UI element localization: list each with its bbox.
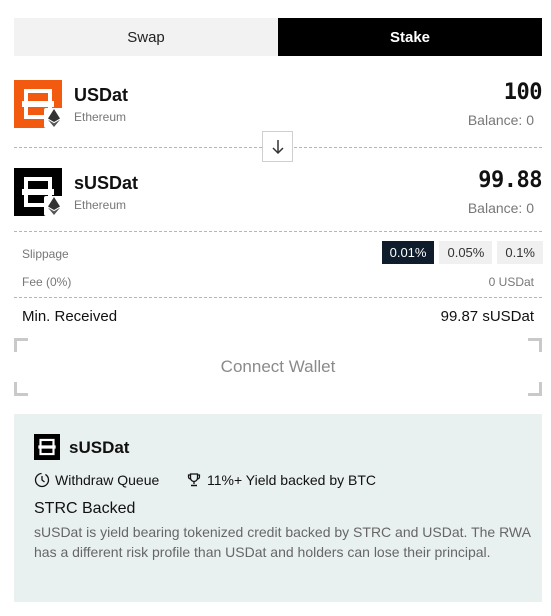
- swap-direction-button[interactable]: [262, 131, 293, 162]
- slippage-option-3[interactable]: 0.1%: [497, 241, 543, 264]
- tab-swap[interactable]: Swap: [14, 18, 278, 56]
- to-token-name: sUSDat: [74, 173, 139, 193]
- to-amount-output: 99.88: [478, 168, 542, 193]
- connect-wallet-button[interactable]: Connect Wallet: [14, 338, 542, 396]
- min-received-label: Min. Received: [22, 308, 118, 325]
- ethereum-icon: [44, 196, 64, 216]
- connect-wallet-label: Connect Wallet: [220, 357, 336, 376]
- to-token-chain: Ethereum: [74, 198, 127, 212]
- card-description: sUSDat is yield bearing tokenized credit…: [34, 524, 531, 560]
- from-token-name: USDat: [74, 85, 129, 105]
- mode-tabs: Swap Stake: [14, 18, 542, 56]
- susdat-logo-icon: [34, 434, 60, 460]
- fee-value: 0 USDat: [488, 275, 534, 289]
- feature-withdraw-label: Withdraw Queue: [55, 472, 160, 488]
- from-token-row: USDat Ethereum 100 Balance: 0: [14, 80, 543, 130]
- section-divider: [14, 231, 542, 232]
- fee-row: Fee (0%) 0 USDat: [22, 275, 534, 289]
- arrow-down-icon: [271, 139, 284, 154]
- feature-yield: 11%+ Yield backed by BTC: [186, 472, 376, 488]
- fee-label: Fee (0%): [22, 275, 72, 289]
- to-token-row: sUSDat Ethereum 99.88 Balance: 0: [14, 168, 542, 218]
- tab-stake[interactable]: Stake: [278, 18, 542, 56]
- slippage-option-1[interactable]: 0.01%: [381, 241, 435, 264]
- section-divider: [14, 297, 542, 298]
- from-token-balance: Balance: 0: [467, 112, 534, 128]
- clock-icon: [34, 472, 50, 488]
- to-token-balance: Balance: 0: [467, 200, 534, 216]
- card-title: sUSDat: [69, 438, 130, 457]
- from-amount-input[interactable]: 100: [504, 80, 543, 105]
- ethereum-icon: [44, 108, 64, 128]
- token-info-card: sUSDat Withdraw Queue 11%+ Yield backed …: [14, 414, 542, 602]
- trophy-icon: [187, 473, 201, 487]
- slippage-options: 0.01% 0.05% 0.1%: [381, 241, 543, 264]
- feature-yield-label: 11%+ Yield backed by BTC: [207, 472, 377, 488]
- min-received-value: 99.87 sUSDat: [440, 308, 534, 325]
- card-subtitle: STRC Backed: [34, 500, 136, 517]
- from-token-chain: Ethereum: [74, 110, 127, 124]
- feature-withdraw-queue: Withdraw Queue: [34, 472, 159, 488]
- slippage-option-2[interactable]: 0.05%: [439, 241, 493, 264]
